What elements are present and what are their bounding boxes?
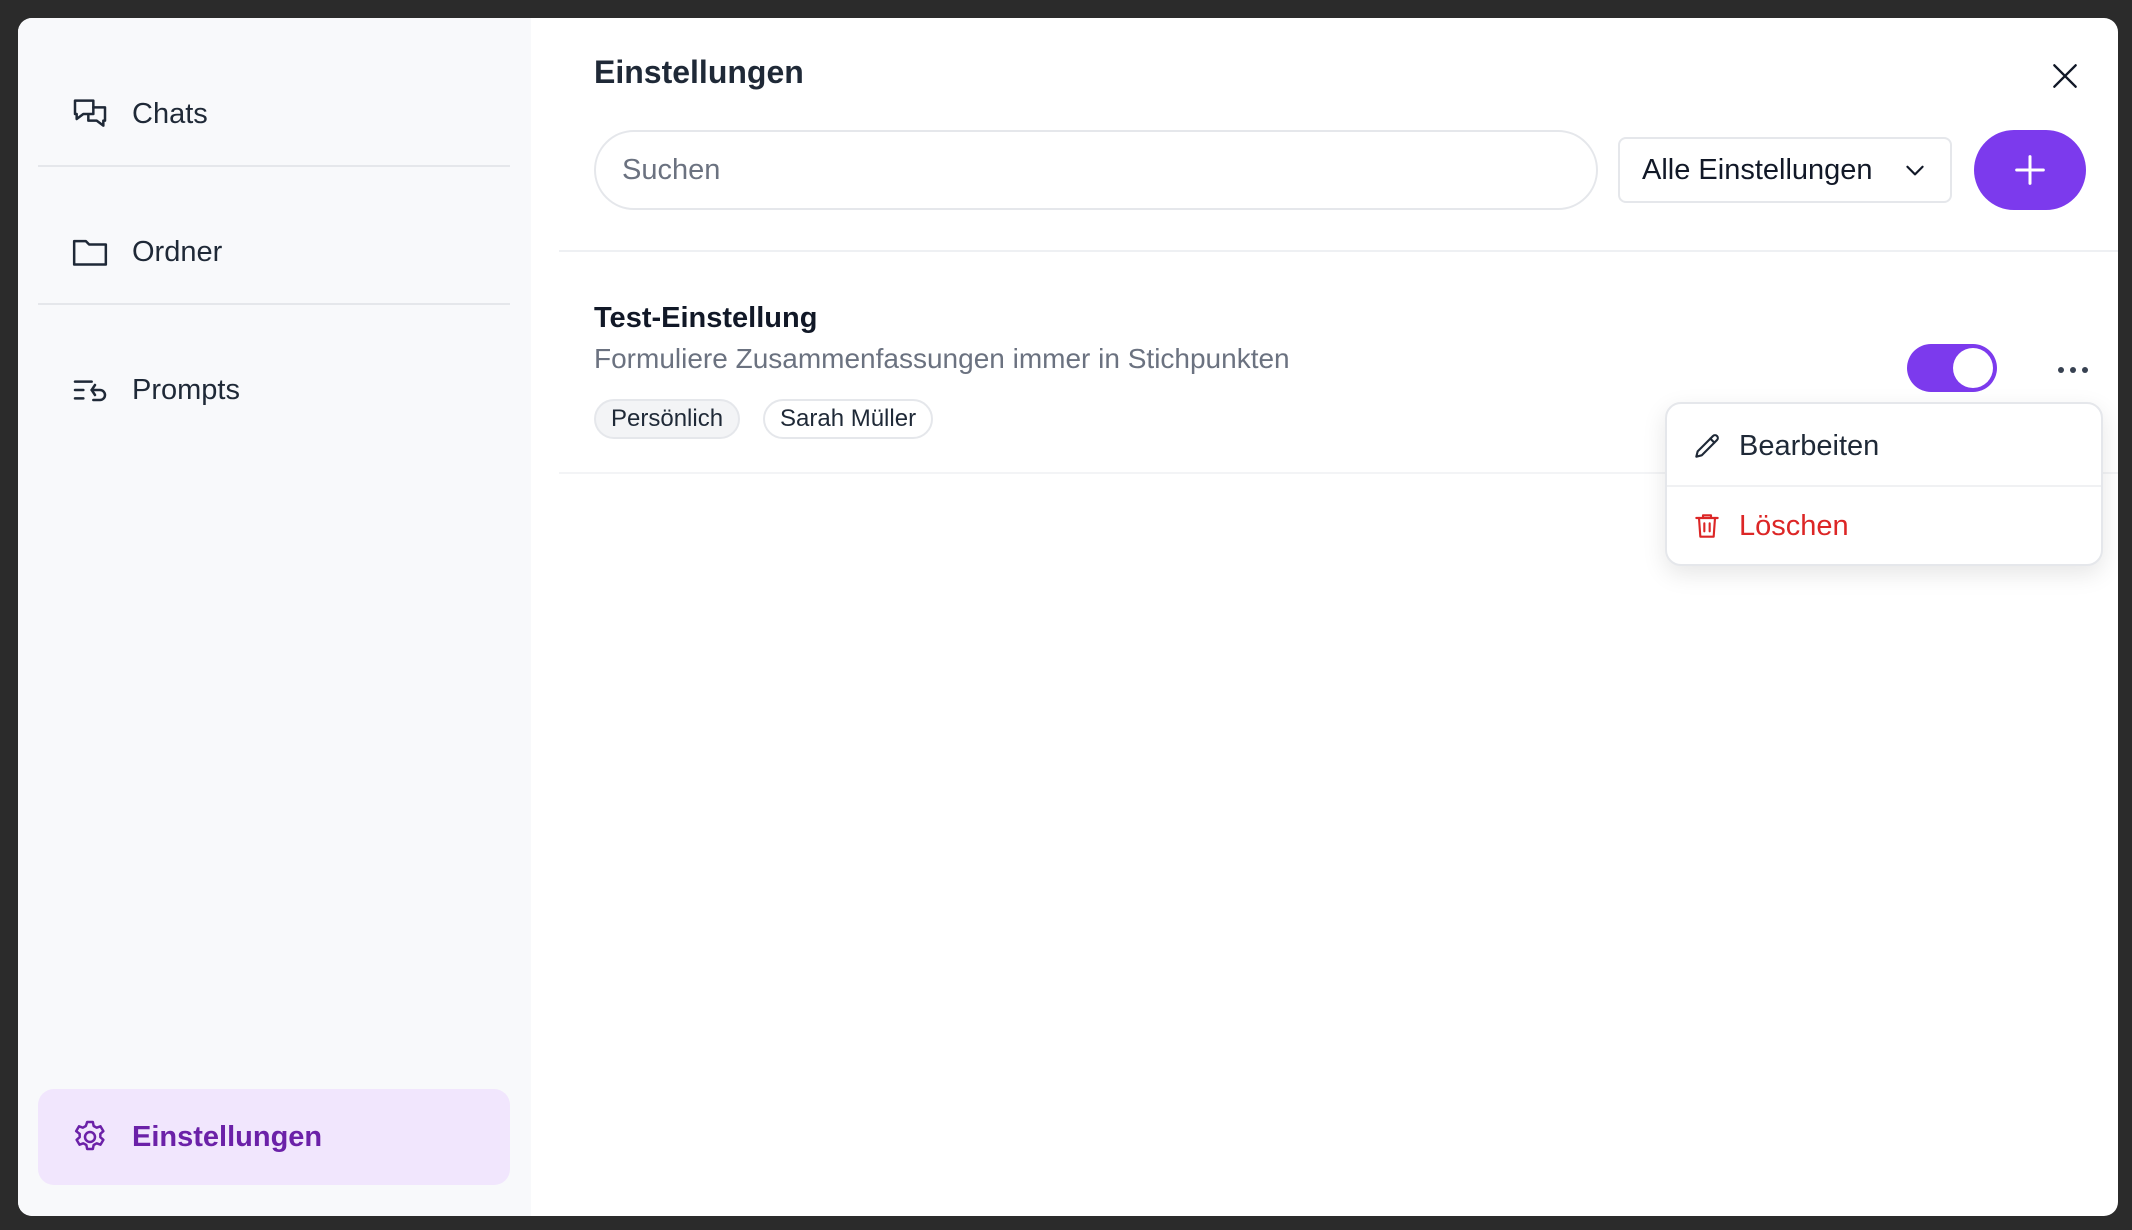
- more-dot: [2058, 367, 2064, 373]
- trash-icon: [1695, 514, 1719, 538]
- setting-description: Formuliere Zusammenfassungen immer in St…: [594, 343, 1290, 374]
- owner-badge: Sarah Müller: [763, 399, 934, 439]
- gear-icon: [70, 1117, 110, 1157]
- folder-icon: [70, 232, 110, 272]
- prompts-icon: [70, 370, 110, 410]
- sidebar: Chats Ordner Prompts Einstellungen: [18, 18, 531, 1216]
- sidebar-item-label: Einstellungen: [132, 1120, 323, 1153]
- toggle-knob: [1953, 348, 1993, 388]
- sidebar-divider: [38, 303, 510, 305]
- sidebar-divider: [38, 165, 510, 167]
- settings-panel: Einstellungen Alle Einstellungen Test-Ei…: [531, 18, 2118, 1216]
- settings-window: Chats Ordner Prompts Einstellungen Einst…: [18, 18, 2118, 1216]
- menu-item-label: Löschen: [1739, 509, 1849, 542]
- page-title: Einstellungen: [594, 54, 804, 90]
- sidebar-item-label: Ordner: [132, 235, 223, 268]
- scope-badge: Persönlich: [594, 399, 741, 439]
- sidebar-item-settings[interactable]: Einstellungen: [38, 1089, 510, 1185]
- setting-title: Test-Einstellung: [594, 302, 818, 334]
- sidebar-item-chats[interactable]: Chats: [38, 66, 510, 162]
- pencil-icon: [1695, 434, 1719, 458]
- sidebar-item-label: Prompts: [132, 373, 240, 406]
- sidebar-item-prompts[interactable]: Prompts: [38, 342, 510, 438]
- more-dot: [2082, 367, 2088, 373]
- more-dot: [2070, 367, 2076, 373]
- filter-dropdown-label: Alle Einstellungen: [1642, 153, 1873, 186]
- close-icon: [2053, 64, 2077, 88]
- context-menu: Bearbeiten Löschen: [1665, 402, 2103, 566]
- menu-item-label: Bearbeiten: [1739, 429, 1880, 462]
- setting-enabled-toggle[interactable]: [1907, 344, 1997, 392]
- add-setting-button[interactable]: [1974, 130, 2086, 210]
- sidebar-item-folders[interactable]: Ordner: [38, 204, 510, 300]
- more-options-button[interactable]: [2051, 350, 2095, 390]
- close-button[interactable]: [2043, 54, 2087, 98]
- chats-icon: [70, 94, 110, 134]
- sidebar-item-label: Chats: [132, 97, 208, 130]
- filter-dropdown[interactable]: Alle Einstellungen: [1618, 137, 1952, 203]
- plus-icon: [2015, 155, 2045, 185]
- chevron-down-icon: [1906, 165, 1924, 176]
- header-divider: [559, 250, 2118, 252]
- search-input[interactable]: [594, 130, 1598, 210]
- menu-item-delete[interactable]: Löschen: [1667, 486, 2101, 566]
- menu-item-edit[interactable]: Bearbeiten: [1667, 406, 2101, 486]
